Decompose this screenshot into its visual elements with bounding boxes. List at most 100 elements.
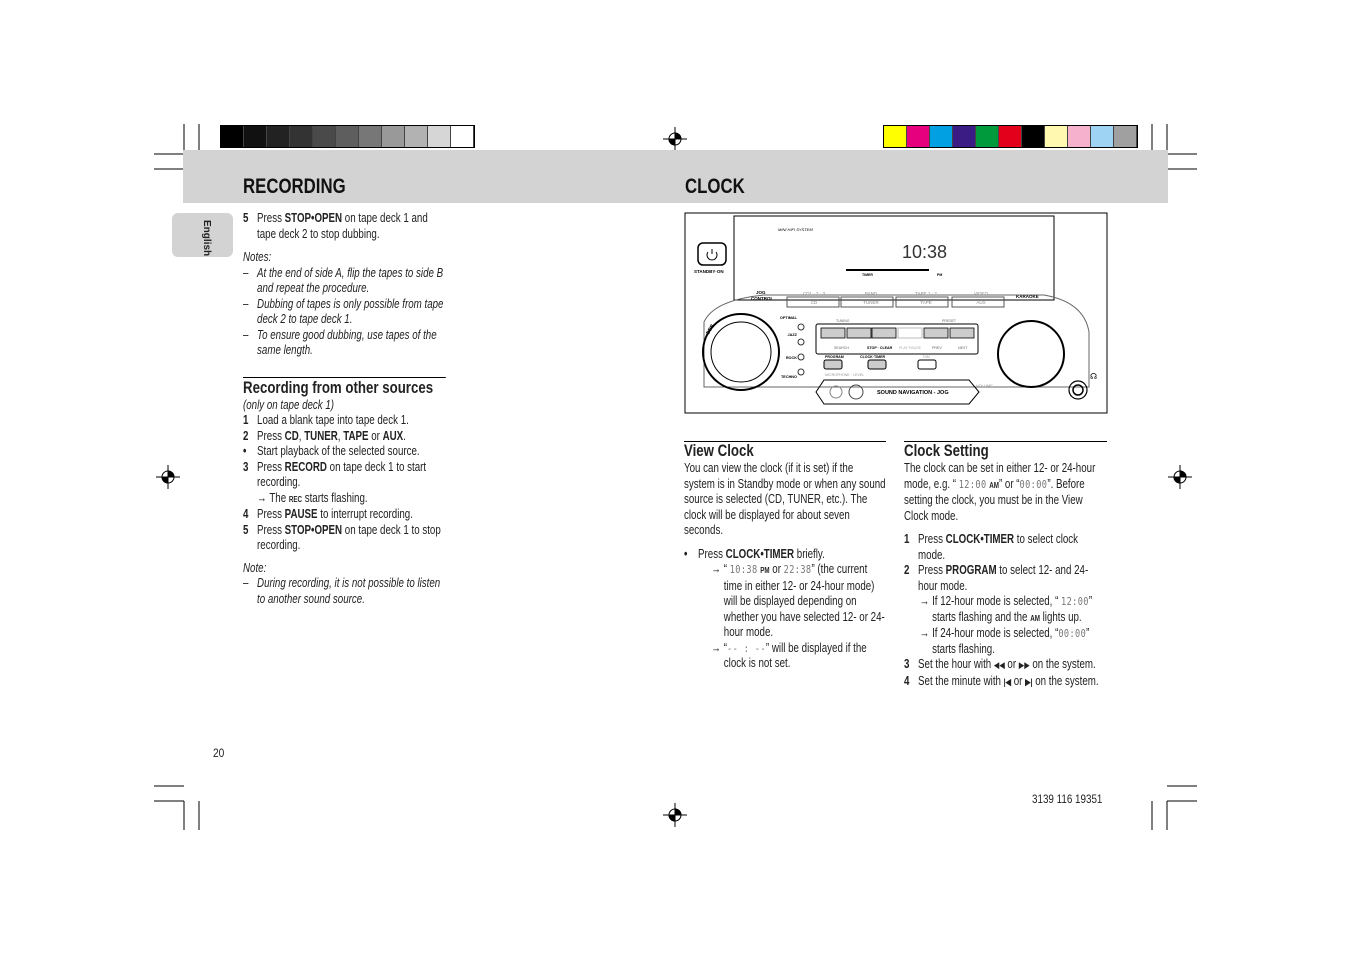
color-swatch (451, 126, 474, 147)
color-swatch (313, 126, 336, 147)
section-title-recording: RECORDING (243, 175, 346, 198)
color-swatch (930, 126, 953, 147)
svg-text:VIDEO: VIDEO (974, 291, 989, 296)
step-2: 2 Press CD, TUNER, TAPE or AUX. (243, 428, 406, 443)
svg-text:OPTIMAL: OPTIMAL (780, 316, 798, 320)
svg-text:PRESET: PRESET (942, 319, 957, 323)
svg-text:CD: CD (811, 300, 818, 305)
color-swatch (221, 126, 244, 147)
view-clock-title: View Clock (684, 441, 754, 460)
svg-text:STOP · CLEAR: STOP · CLEAR (867, 346, 893, 350)
bullet-item: • Start playback of the selected source. (243, 444, 420, 458)
svg-text:SEARCH: SEARCH (834, 346, 849, 350)
svg-text:10:38: 10:38 (902, 242, 947, 262)
step-2: 2 Press PROGRAM to select 12- and 24-hour… (904, 563, 1089, 593)
view-clock-column: View Clock You can view the clock (if it… (684, 441, 887, 672)
note-item: – Dubbing of tapes is only possible from … (243, 296, 444, 327)
volume-knob (997, 320, 1065, 388)
color-swatch (1022, 126, 1045, 147)
svg-text:MICROPHONE · LEVEL: MICROPHONE · LEVEL (825, 373, 864, 377)
result-line: → “ 10:38 PM or 22:38” (the current time… (711, 562, 885, 639)
svg-text:STANDBY·ON: STANDBY·ON (694, 269, 724, 274)
svg-text:TUNING: TUNING (836, 319, 850, 323)
view-clock-intro: You can view the clock (if it is set) if… (684, 461, 886, 537)
svg-text:TAPE 1 · 2: TAPE 1 · 2 (915, 291, 937, 296)
clock-setting-intro: The clock can be set in either 12- or 24… (904, 461, 1096, 523)
result-line: → “-- : --” will be displayed if the clo… (711, 640, 867, 671)
svg-text:NEXT: NEXT (958, 346, 968, 350)
color-swatch (382, 126, 405, 147)
svg-text:BAND: BAND (865, 291, 878, 296)
svg-text:PROGRAM: PROGRAM (825, 355, 844, 359)
result-line: → The REC starts flashing. (257, 490, 368, 505)
color-swatch (428, 126, 451, 147)
section-title-clock: CLOCK (685, 175, 745, 198)
svg-text:TUNER: TUNER (863, 300, 879, 305)
color-swatch (359, 126, 382, 147)
color-swatch (1091, 126, 1114, 147)
print-marks (154, 124, 1197, 830)
svg-text:CONTROL: CONTROL (751, 296, 773, 301)
recording-column: 5 Press STOP•OPEN on tape deck 1 and tape… (243, 211, 446, 607)
color-swatch (953, 126, 976, 147)
subsection-subtitle: (only on tape deck 1) (243, 397, 335, 412)
color-swatch (907, 126, 930, 147)
clock-setting-column: Clock Setting The clock can be set in ei… (904, 441, 1107, 690)
language-tab-label: English (201, 220, 212, 257)
grayscale-calibration-bar (220, 125, 475, 148)
color-swatch (1068, 126, 1091, 147)
note-item: – During recording, it is not possible to… (243, 576, 441, 606)
note-label: Note: (243, 560, 267, 575)
step-3: 3 Set the hour with ◀◀ or ▶▶ on the syste… (904, 657, 1096, 671)
note-item: – At the end of side A, flip the tapes to… (243, 265, 444, 296)
color-swatch (976, 126, 999, 147)
color-swatch (336, 126, 359, 147)
svg-text:ROCK: ROCK (786, 356, 797, 360)
svg-text:DIM: DIM (923, 355, 930, 359)
svg-text:PLAY·PAUSE: PLAY·PAUSE (899, 346, 922, 350)
svg-text:TECHNO: TECHNO (781, 375, 797, 379)
headphones-icon: ☊ (1090, 372, 1097, 381)
result-line: → If 12-hour mode is selected, “ 12:00” … (919, 594, 1093, 624)
subsection-title: Recording from other sources (243, 377, 434, 397)
step-5: 5 Press STOP•OPEN on tape deck 1 and tape… (243, 211, 428, 241)
next-icon: ▶| (1025, 676, 1033, 687)
jog-control-dial (702, 313, 780, 391)
color-swatch (244, 126, 267, 147)
bullet-item: • Press CLOCK•TIMER briefly. (684, 546, 825, 561)
rewind-icon: ◀◀ (993, 660, 1005, 670)
step-1: 1 Load a blank tape into tape deck 1. (243, 413, 409, 427)
color-swatch (1114, 126, 1137, 147)
color-swatch (405, 126, 428, 147)
svg-text:JOG: JOG (756, 290, 766, 295)
color-swatch (290, 126, 313, 147)
note-item: – To ensure good dubbing, use tapes of th… (243, 327, 437, 358)
step-1: 1 Press CLOCK•TIMER to select clock mode. (904, 532, 1079, 562)
clock-setting-title: Clock Setting (904, 441, 989, 460)
color-swatch (884, 126, 907, 147)
svg-text:JAZZ: JAZZ (788, 333, 798, 337)
step-4: 4 Press PAUSE to interrupt recording. (243, 507, 413, 521)
svg-text:SOUND NAVIGATION - JOG: SOUND NAVIGATION - JOG (877, 390, 949, 396)
svg-text:AUX: AUX (976, 300, 985, 305)
page-number: 20 (213, 746, 225, 760)
svg-text:TAPE: TAPE (920, 300, 931, 305)
step-3: 3 Press RECORD on tape deck 1 to start re… (243, 459, 427, 490)
svg-text:KARAOKE: KARAOKE (1016, 294, 1039, 299)
language-tab: English (172, 213, 233, 257)
svg-text:PM: PM (937, 273, 942, 277)
step-5b: 5 Press STOP•OPEN on tape deck 1 to stop … (243, 522, 441, 553)
svg-text:CD1 · 2 · 3: CD1 · 2 · 3 (803, 291, 826, 296)
result-line: → If 24-hour mode is selected, “00:00” s… (919, 626, 1090, 656)
svg-text:CLOCK·TIMER: CLOCK·TIMER (860, 355, 886, 359)
svg-text:TIMER: TIMER (862, 273, 873, 277)
notes-label: Notes: (243, 250, 272, 264)
color-swatch (1045, 126, 1068, 147)
system-front-panel-illustration: MINI HIFI SYSTEM 10:38 TIMER PM STANDBY·… (684, 212, 1108, 414)
color-calibration-bar (883, 125, 1138, 148)
color-swatch (999, 126, 1022, 147)
svg-text:VOLUME: VOLUME (976, 383, 993, 388)
fast-forward-icon: ▶▶ (1018, 660, 1030, 670)
svg-text:MINI HIFI SYSTEM: MINI HIFI SYSTEM (778, 227, 813, 232)
document-code: 3139 116 19351 (1032, 792, 1103, 806)
